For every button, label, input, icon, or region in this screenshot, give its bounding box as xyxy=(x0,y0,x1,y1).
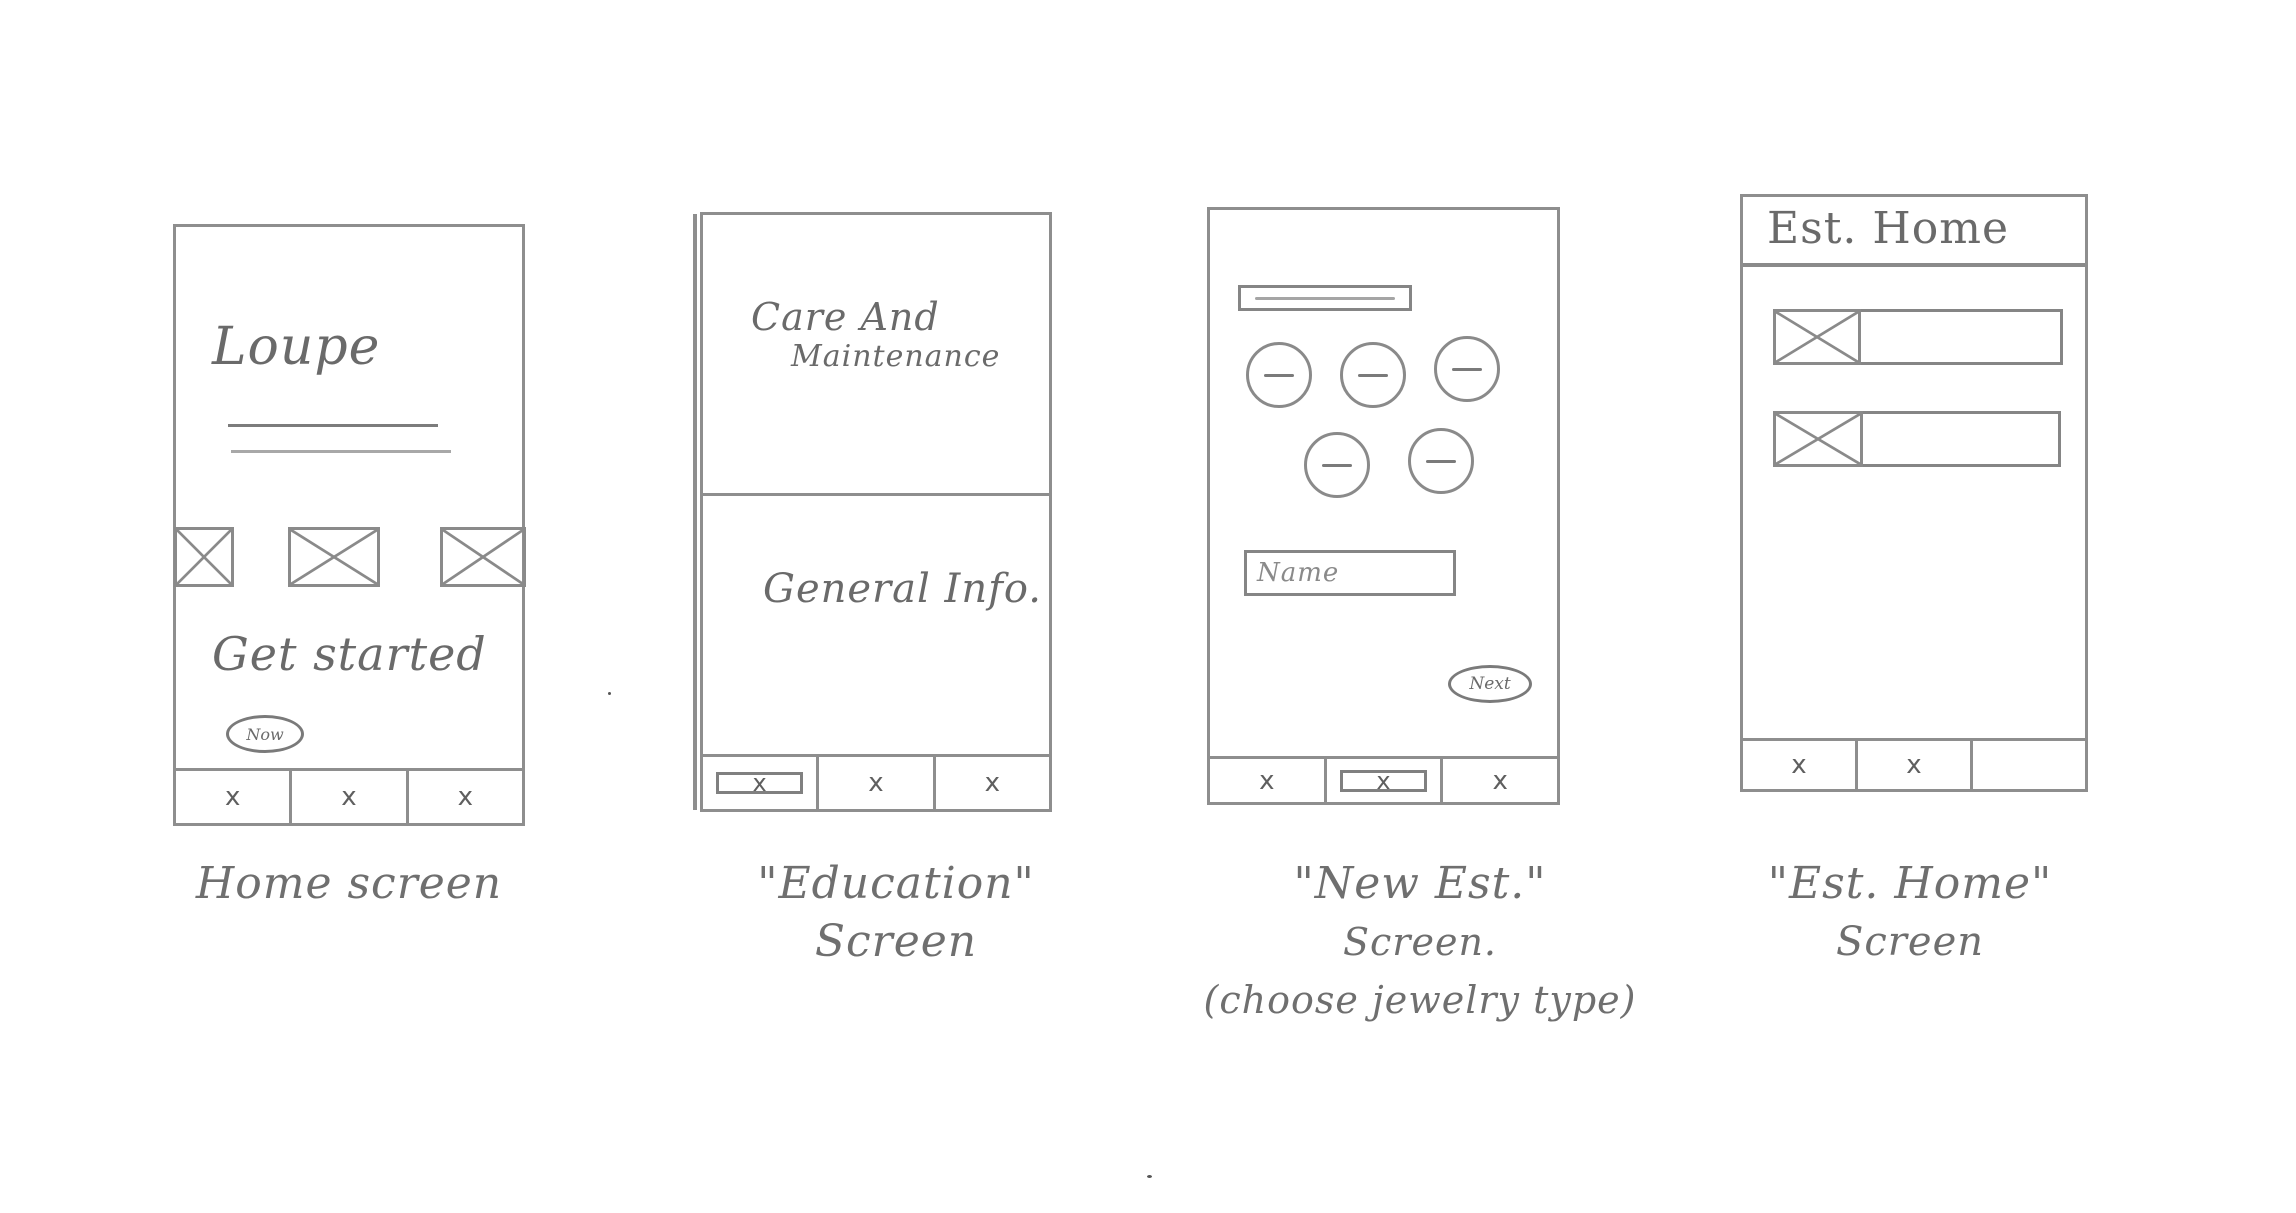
tab-3[interactable]: x xyxy=(936,757,1049,809)
tab-placeholder-icon: x xyxy=(1376,766,1391,795)
bottom-tab-bar: x x x xyxy=(703,754,1049,809)
header-bar-placeholder xyxy=(1238,285,1412,311)
new-est-screen-caption: "New Est." Screen. (choose jewelry type) xyxy=(1200,855,1640,1029)
est-home-header: Est. Home xyxy=(1743,197,2085,267)
care-section-title-line-1: Care And xyxy=(751,295,940,339)
caption-line: Screen. xyxy=(1342,920,1497,964)
tab-placeholder-icon: x xyxy=(341,782,357,812)
header-squiggle xyxy=(1255,296,1395,300)
now-button-label: Now xyxy=(246,724,284,744)
tab-placeholder-icon: x xyxy=(457,782,474,812)
tab-2[interactable]: x xyxy=(292,771,409,823)
tab-placeholder-icon: x xyxy=(224,782,241,812)
paper-speck xyxy=(608,692,611,695)
education-frame-edge xyxy=(693,214,697,810)
education-screen-caption: "Education" Screen xyxy=(720,855,1072,971)
estimate-thumbnail xyxy=(1773,309,1861,365)
option-label-placeholder xyxy=(1264,373,1294,377)
jewelry-type-option-1[interactable] xyxy=(1246,342,1312,408)
caption-line: "Est. Home" xyxy=(1767,858,2053,909)
tab-1-selected[interactable]: x xyxy=(703,757,820,809)
tab-placeholder-icon: x xyxy=(984,768,1001,798)
education-screen-frame: Care And Maintenance General Info. x x x xyxy=(700,212,1052,812)
tab-placeholder-icon: x xyxy=(1492,765,1508,796)
est-home-screen-caption: "Est. Home" Screen xyxy=(1760,855,2060,971)
subtitle-line-2 xyxy=(231,450,451,453)
caption-line: Home screen xyxy=(195,858,503,909)
bottom-tab-bar: x x x xyxy=(176,768,522,823)
tab-2-selected[interactable]: x xyxy=(1327,759,1444,802)
general-info-section[interactable]: General Info. xyxy=(703,496,1049,757)
tab-2[interactable]: x xyxy=(819,757,936,809)
caption-line: "New Est." xyxy=(1293,858,1547,909)
tab-placeholder-icon: x xyxy=(1791,750,1807,780)
care-maintenance-section[interactable]: Care And Maintenance xyxy=(703,215,1049,496)
estimate-list-item-1[interactable] xyxy=(1773,309,2063,365)
option-label-placeholder xyxy=(1322,463,1352,467)
home-screen-caption: Home screen xyxy=(173,855,525,913)
get-started-now-button[interactable]: Now xyxy=(226,715,304,753)
est-home-title: Est. Home xyxy=(1767,203,2009,254)
option-label-placeholder xyxy=(1452,367,1482,371)
care-section-title-line-2: Maintenance xyxy=(791,339,1001,374)
carousel-image-center[interactable] xyxy=(288,527,380,587)
estimate-thumbnail xyxy=(1773,411,1863,467)
jewelry-type-option-3[interactable] xyxy=(1434,336,1500,402)
option-label-placeholder xyxy=(1426,459,1456,463)
tab-3[interactable] xyxy=(1973,741,2085,789)
name-input-placeholder: Name xyxy=(1257,558,1340,588)
tab-1[interactable]: x xyxy=(1743,741,1858,789)
tab-placeholder-icon: x xyxy=(868,768,884,798)
caption-line: Screen xyxy=(814,916,978,967)
new-est-screen-frame: Name Next x x x xyxy=(1207,207,1560,805)
subtitle-line-1 xyxy=(228,424,438,427)
tab-placeholder-icon: x xyxy=(1259,765,1275,796)
name-input[interactable]: Name xyxy=(1244,550,1456,596)
tab-3[interactable]: x xyxy=(1443,759,1557,802)
tab-3[interactable]: x xyxy=(409,771,522,823)
jewelry-type-option-4[interactable] xyxy=(1304,432,1370,498)
app-title: Loupe xyxy=(212,317,381,377)
tab-2[interactable]: x xyxy=(1858,741,1973,789)
caption-line: (choose jewelry type) xyxy=(1203,978,1637,1022)
carousel-image-left[interactable] xyxy=(174,527,234,587)
option-label-placeholder xyxy=(1358,373,1388,377)
carousel-image-right[interactable] xyxy=(440,527,526,587)
tab-placeholder-icon: x xyxy=(1906,750,1922,780)
tab-placeholder-icon: x xyxy=(752,769,767,797)
get-started-text: Get started xyxy=(212,627,487,681)
estimate-list-item-2[interactable] xyxy=(1773,411,2061,467)
caption-line: "Education" xyxy=(757,858,1035,909)
next-button[interactable]: Next xyxy=(1448,665,1532,703)
jewelry-type-option-5[interactable] xyxy=(1408,428,1474,494)
selected-tab-indicator: x xyxy=(715,769,804,797)
paper-speck xyxy=(1147,1175,1152,1178)
est-home-screen-frame: Est. Home x x xyxy=(1740,194,2088,792)
bottom-tab-bar: x x xyxy=(1743,738,2085,789)
tab-1[interactable]: x xyxy=(176,771,293,823)
jewelry-type-option-2[interactable] xyxy=(1340,342,1406,408)
home-screen-frame: Loupe Get started Now x x x xyxy=(173,224,526,826)
selected-tab-indicator: x xyxy=(1339,766,1428,795)
next-button-label: Next xyxy=(1469,674,1511,694)
bottom-tab-bar: x x x xyxy=(1210,756,1557,802)
tab-1[interactable]: x xyxy=(1210,759,1327,802)
general-info-title: General Info. xyxy=(763,566,1042,612)
caption-line: Screen xyxy=(1835,919,1985,965)
